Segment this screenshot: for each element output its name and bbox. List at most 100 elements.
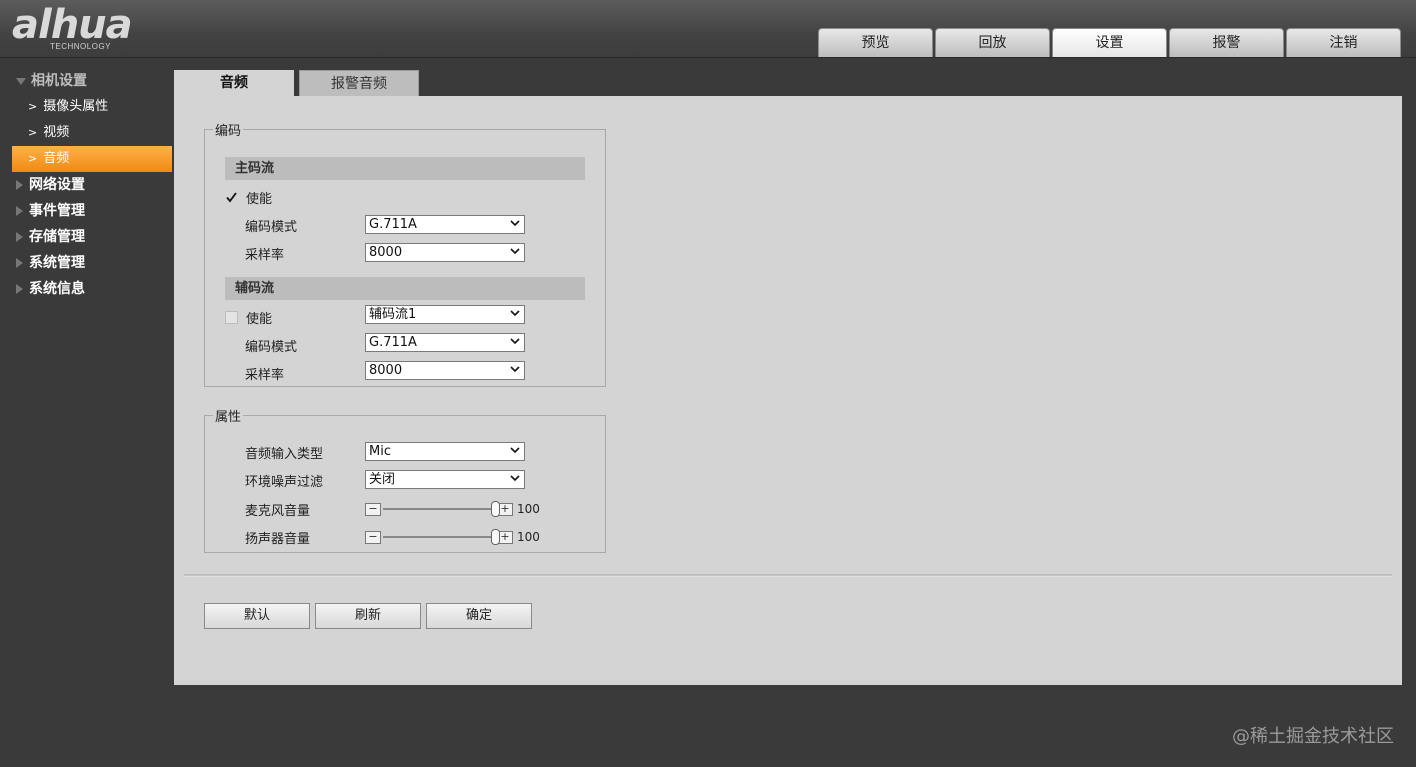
sidebar-item-audio[interactable]: > 音频 — [12, 146, 172, 172]
main-rate-row: 采样率 — [245, 242, 284, 264]
dahua-logo: alhua TECHNOLOGY — [12, 2, 162, 52]
checkmark-icon — [226, 191, 237, 202]
refresh-button[interactable]: 刷新 — [315, 603, 421, 629]
speaker-volume-label: 扬声器音量 — [245, 531, 311, 547]
collapsed-triangle-icon — [16, 206, 23, 216]
collapsed-triangle-icon — [16, 284, 23, 294]
noise-filter-value: 关闭 — [369, 472, 396, 487]
mic-volume-slider[interactable]: − + 100 — [365, 501, 545, 517]
main-mode-row: 编码模式 — [245, 214, 297, 236]
sidebar-group-label: 存储管理 — [29, 229, 85, 245]
sidebar-item-camera-props[interactable]: > 摄像头属性 — [12, 94, 172, 120]
main-rate-label: 采样率 — [245, 247, 285, 263]
sidebar-group-storage[interactable]: 存储管理 — [0, 224, 174, 250]
sub-rate-value: 8000 — [369, 363, 403, 378]
attributes-legend: 属性 — [215, 410, 242, 425]
main-mode-select[interactable]: G.711A — [365, 215, 525, 234]
sidebar-group-camera[interactable]: 相机设置 — [0, 68, 174, 94]
main-enable-row: 使能 — [225, 186, 272, 208]
chevron-down-icon — [510, 310, 520, 317]
sub-enable-label: 使能 — [246, 311, 273, 327]
slider-thumb[interactable] — [491, 529, 500, 545]
ok-button[interactable]: 确定 — [426, 603, 532, 629]
logo-subtitle: TECHNOLOGY — [50, 42, 112, 51]
divider — [184, 574, 1392, 577]
chevron-right-icon: > — [28, 100, 38, 113]
encode-legend: 编码 — [215, 124, 242, 139]
tab-playback[interactable]: 回放 — [935, 28, 1050, 57]
slider-thumb[interactable] — [491, 501, 500, 517]
noise-filter-label: 环境噪声过滤 — [245, 474, 324, 490]
main-mode-label: 编码模式 — [245, 219, 298, 235]
mic-volume-label: 麦克风音量 — [245, 503, 311, 519]
sub-mode-select[interactable]: G.711A — [365, 333, 525, 352]
sidebar-group-label: 事件管理 — [29, 203, 85, 219]
chevron-down-icon — [510, 220, 520, 227]
tab-alarm-audio[interactable]: 报警音频 — [299, 70, 419, 96]
sub-mode-value: G.711A — [369, 335, 417, 350]
collapsed-triangle-icon — [16, 232, 23, 242]
default-button[interactable]: 默认 — [204, 603, 310, 629]
sidebar-group-label: 相机设置 — [31, 73, 87, 89]
chevron-right-icon: > — [28, 126, 38, 139]
tab-alarm[interactable]: 报警 — [1169, 28, 1284, 57]
chevron-down-icon — [510, 248, 520, 255]
sub-mode-label: 编码模式 — [245, 339, 298, 355]
sub-enable-checkbox[interactable] — [225, 310, 238, 324]
tab-settings[interactable]: 设置 — [1052, 28, 1167, 57]
tab-preview[interactable]: 预览 — [818, 28, 933, 57]
sidebar-group-label: 系统信息 — [29, 281, 85, 297]
main-nav-tabs: 预览 回放 设置 报警 注销 — [818, 28, 1401, 57]
sidebar-item-label: 音频 — [43, 151, 70, 166]
main-mode-value: G.711A — [369, 217, 417, 232]
slider-track[interactable] — [383, 501, 500, 517]
chevron-down-icon — [510, 475, 520, 482]
expand-triangle-icon — [16, 77, 26, 85]
sub-rate-label: 采样率 — [245, 367, 285, 383]
sidebar-group-network[interactable]: 网络设置 — [0, 172, 174, 198]
input-type-select[interactable]: Mic — [365, 442, 525, 461]
sub-stream-select[interactable]: 辅码流1 — [365, 305, 525, 324]
collapsed-triangle-icon — [16, 258, 23, 268]
input-type-value: Mic — [369, 444, 391, 459]
chevron-down-icon — [510, 366, 520, 373]
minus-button[interactable]: − — [365, 530, 381, 544]
top-header: alhua TECHNOLOGY 预览 回放 设置 报警 注销 — [0, 0, 1416, 58]
slider-track[interactable] — [383, 529, 500, 545]
input-type-row: 音频输入类型 — [245, 441, 323, 463]
sidebar-item-label: 摄像头属性 — [43, 99, 109, 114]
main-stream-header: 主码流 — [225, 157, 585, 180]
speaker-volume-row: 扬声器音量 — [245, 526, 310, 548]
sidebar-group-info[interactable]: 系统信息 — [0, 276, 174, 302]
tab-logout[interactable]: 注销 — [1286, 28, 1401, 57]
main-panel: 编码 主码流 使能 编码模式 G.711A 采样率 8000 辅码流 使能 辅码… — [174, 96, 1402, 685]
sub-rate-select[interactable]: 8000 — [365, 361, 525, 380]
chevron-right-icon: > — [28, 152, 38, 165]
main-enable-checkbox[interactable] — [225, 191, 238, 204]
noise-filter-row: 环境噪声过滤 — [245, 469, 323, 491]
noise-filter-select[interactable]: 关闭 — [365, 470, 525, 489]
sidebar-item-video[interactable]: > 视频 — [12, 120, 172, 146]
sidebar-group-label: 网络设置 — [29, 177, 85, 193]
sidebar: 相机设置 > 摄像头属性 > 视频 > 音频 网络设置 事件管理 存储管理 系统… — [0, 68, 174, 302]
sidebar-group-system[interactable]: 系统管理 — [0, 250, 174, 276]
chevron-down-icon — [510, 338, 520, 345]
main-enable-label: 使能 — [246, 191, 273, 207]
sub-tabs: 音频 报警音频 — [174, 70, 419, 96]
sub-stream-header: 辅码流 — [225, 277, 585, 300]
chevron-down-icon — [510, 447, 520, 454]
sidebar-item-label: 视频 — [43, 125, 70, 140]
tab-audio[interactable]: 音频 — [174, 70, 294, 96]
sub-enable-row: 使能 — [225, 306, 272, 328]
sidebar-group-event[interactable]: 事件管理 — [0, 198, 174, 224]
attributes-fieldset: 属性 音频输入类型 Mic 环境噪声过滤 关闭 麦克风音量 − + 100 扬声 — [204, 406, 606, 553]
mic-volume-row: 麦克风音量 — [245, 498, 310, 520]
sub-mode-row: 编码模式 — [245, 334, 297, 356]
speaker-volume-slider[interactable]: − + 100 — [365, 529, 545, 545]
main-rate-value: 8000 — [369, 245, 403, 260]
speaker-volume-value: 100 — [517, 530, 540, 544]
mic-volume-value: 100 — [517, 502, 540, 516]
main-rate-select[interactable]: 8000 — [365, 243, 525, 262]
minus-button[interactable]: − — [365, 502, 381, 516]
collapsed-triangle-icon — [16, 180, 23, 190]
